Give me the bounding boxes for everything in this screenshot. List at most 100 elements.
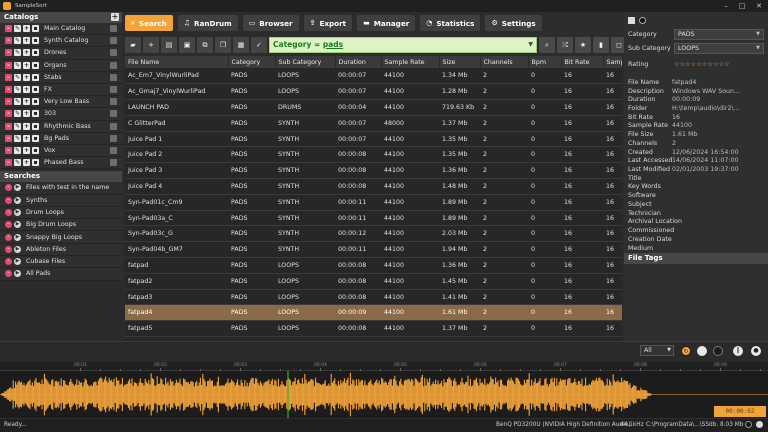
remove-search-icon[interactable]: – — [5, 233, 12, 241]
remove-search-icon[interactable]: – — [5, 184, 12, 192]
stop-icon[interactable] — [697, 346, 707, 356]
tab-manager[interactable]: ▬ Manager — [357, 15, 416, 31]
run-search-icon[interactable]: ▶ — [14, 184, 21, 192]
catalog-checkbox[interactable] — [110, 110, 117, 118]
tab-settings[interactable]: ⚙ Settings — [485, 15, 542, 31]
add-catalog-button[interactable]: + — [111, 13, 119, 21]
copy-icon[interactable]: ⧉ — [197, 37, 213, 53]
maximize-button[interactable]: □ — [734, 0, 750, 12]
tab-statistics[interactable]: ◔ Statistics — [420, 15, 481, 31]
column-header[interactable]: Sample Rate — [381, 56, 440, 68]
remove-search-icon[interactable]: – — [5, 245, 12, 253]
table-row[interactable]: Syn-Pad01c_Cm9 PADS SYNTH 00:00:11 44100 1.89… — [125, 194, 622, 211]
catalog-checkbox[interactable] — [110, 86, 117, 94]
column-header[interactable]: Category — [228, 56, 276, 68]
color-swatch-icon[interactable] — [628, 17, 635, 24]
delete-catalog-icon[interactable]: – — [5, 86, 12, 94]
save-catalog-icon[interactable]: ▪ — [32, 25, 39, 33]
column-header[interactable]: File Name — [125, 56, 229, 68]
add-to-catalog-icon[interactable]: + — [23, 159, 30, 167]
edit-pencil-icon[interactable]: ✎ — [14, 61, 21, 69]
catalog-item[interactable]: – ✎ + ▪ Very Low Bass — [0, 96, 122, 109]
shuffle-icon[interactable]: ⤮ — [557, 37, 573, 53]
run-search-icon[interactable]: ▶ — [14, 233, 21, 241]
delete-catalog-icon[interactable]: – — [5, 110, 12, 118]
delete-catalog-icon[interactable]: – — [5, 61, 12, 69]
tab-export[interactable]: ⇪ Export — [303, 15, 353, 31]
edit-pencil-icon[interactable]: ✎ — [14, 134, 21, 142]
column-header[interactable]: Size — [439, 56, 481, 68]
table-row[interactable]: LAUNCH PAD PADS DRUMS 00:00:04 44100 719.63 K… — [125, 99, 622, 116]
status-power-icon[interactable] — [756, 419, 763, 432]
remove-search-icon[interactable]: – — [5, 258, 12, 266]
remove-search-icon[interactable]: – — [5, 208, 12, 216]
add-to-catalog-icon[interactable]: + — [23, 134, 30, 142]
add-to-catalog-icon[interactable]: + — [23, 98, 30, 106]
catalog-item[interactable]: – ✎ + ▪ Main Catalog — [0, 23, 122, 36]
table-row[interactable]: fatpad5 PADS LOOPS 00:00:08 44100 1.37 Mb 2 0 16… — [125, 320, 622, 338]
catalog-checkbox[interactable] — [110, 134, 117, 142]
save-catalog-icon[interactable]: ▪ — [32, 122, 39, 130]
save-catalog-icon[interactable]: ▪ — [32, 86, 39, 94]
delete-catalog-icon[interactable]: – — [5, 122, 12, 130]
record-icon[interactable] — [713, 346, 723, 356]
run-search-icon[interactable]: ▶ — [14, 245, 21, 253]
catalog-checkbox[interactable] — [110, 37, 117, 45]
save-icon[interactable]: ▣ — [179, 37, 195, 53]
save-catalog-icon[interactable]: ▪ — [32, 134, 39, 142]
add-to-catalog-icon[interactable]: + — [23, 73, 30, 81]
saved-search-item[interactable]: – ▶ Ableton Files — [0, 243, 122, 257]
table-row[interactable]: Syn-Pad03a_C PADS SYNTH 00:00:11 44100 1.89 M… — [125, 210, 622, 227]
star-icon[interactable]: ★ — [575, 37, 591, 53]
remove-search-icon[interactable]: – — [5, 196, 12, 204]
add-to-catalog-icon[interactable]: + — [23, 122, 30, 130]
play-icon[interactable]: ● — [751, 346, 761, 356]
delete-catalog-icon[interactable]: – — [5, 159, 12, 167]
save-catalog-icon[interactable]: ▪ — [32, 146, 39, 154]
check-all-icon[interactable]: ✓ — [251, 37, 267, 53]
table-row[interactable]: fatpad PADS LOOPS 00:00:08 44100 1.36 Mb 2 0 16 1… — [125, 257, 622, 274]
delete-catalog-icon[interactable]: – — [5, 37, 12, 45]
delete-catalog-icon[interactable]: – — [5, 73, 12, 81]
table-row[interactable]: Juice Pad 3 PADS SYNTH 00:00:08 44100 1.36 Mb… — [125, 162, 622, 180]
saved-search-item[interactable]: – ▶ All Pads — [0, 268, 122, 281]
tab-randrum[interactable]: ♫ RanDrum — [177, 15, 238, 31]
catalog-checkbox[interactable] — [110, 146, 117, 154]
add-to-catalog-icon[interactable]: + — [23, 61, 30, 69]
save-catalog-icon[interactable]: ▪ — [32, 61, 39, 69]
record-dot-icon[interactable] — [639, 17, 646, 24]
catalog-item[interactable]: – ✎ + ▪ Bg Pads — [0, 132, 122, 145]
rating-stars[interactable]: ☆☆☆☆☆☆☆☆☆☆ — [674, 61, 730, 68]
catalog-checkbox[interactable] — [110, 49, 117, 57]
add-to-catalog-icon[interactable]: + — [23, 146, 30, 154]
table-row[interactable]: Juice Pad 2 PADS SYNTH 00:00:08 44100 1.35 Mb… — [125, 146, 622, 164]
catalog-item[interactable]: – ✎ + ▪ Drones — [0, 47, 122, 60]
remove-search-icon[interactable]: – — [5, 270, 12, 278]
filter-query-field[interactable]: Category = pads ▼ — [269, 37, 537, 53]
table-row[interactable]: fatpad4 PADS LOOPS 00:00:09 44100 1.61 Mb 2 0 16… — [125, 304, 622, 322]
edit-pencil-icon[interactable]: ✎ — [14, 98, 21, 106]
minimize-button[interactable]: – — [718, 0, 734, 12]
search-icon[interactable]: ⌕ — [539, 37, 555, 53]
table-row[interactable]: Juice Pad 1 PADS SYNTH 00:00:07 44100 1.35 Mb… — [125, 131, 622, 148]
trash-icon[interactable]: ▮ — [593, 37, 609, 53]
save-catalog-icon[interactable]: ▪ — [32, 37, 39, 45]
add-to-catalog-icon[interactable]: + — [23, 25, 30, 33]
chevron-down-icon[interactable]: ▼ — [528, 38, 533, 52]
tab-search[interactable]: ⌕ Search — [125, 15, 173, 31]
open-folder-icon[interactable]: ▰ — [125, 37, 141, 53]
edit-pencil-icon[interactable]: ✎ — [14, 146, 21, 154]
run-search-icon[interactable]: ▶ — [14, 208, 21, 216]
table-row[interactable]: C GlitterPad PADS SYNTH 00:00:07 48000 1.37 M… — [125, 115, 622, 132]
save-catalog-icon[interactable]: ▪ — [32, 98, 39, 106]
catalog-checkbox[interactable] — [110, 61, 117, 69]
column-header[interactable]: Bit Rate — [561, 56, 604, 68]
catalog-item[interactable]: – ✎ + ▪ Phased Bass — [0, 157, 122, 170]
save-catalog-icon[interactable]: ▪ — [32, 49, 39, 57]
edit-pencil-icon[interactable]: ✎ — [14, 159, 21, 167]
add-to-catalog-icon[interactable]: + — [23, 37, 30, 45]
column-header[interactable]: Bpm — [528, 56, 562, 68]
subcategory-select[interactable]: LOOPS ▼ — [674, 42, 764, 54]
pause-icon[interactable]: ‖ — [733, 346, 743, 356]
run-search-icon[interactable]: ▶ — [14, 196, 21, 204]
